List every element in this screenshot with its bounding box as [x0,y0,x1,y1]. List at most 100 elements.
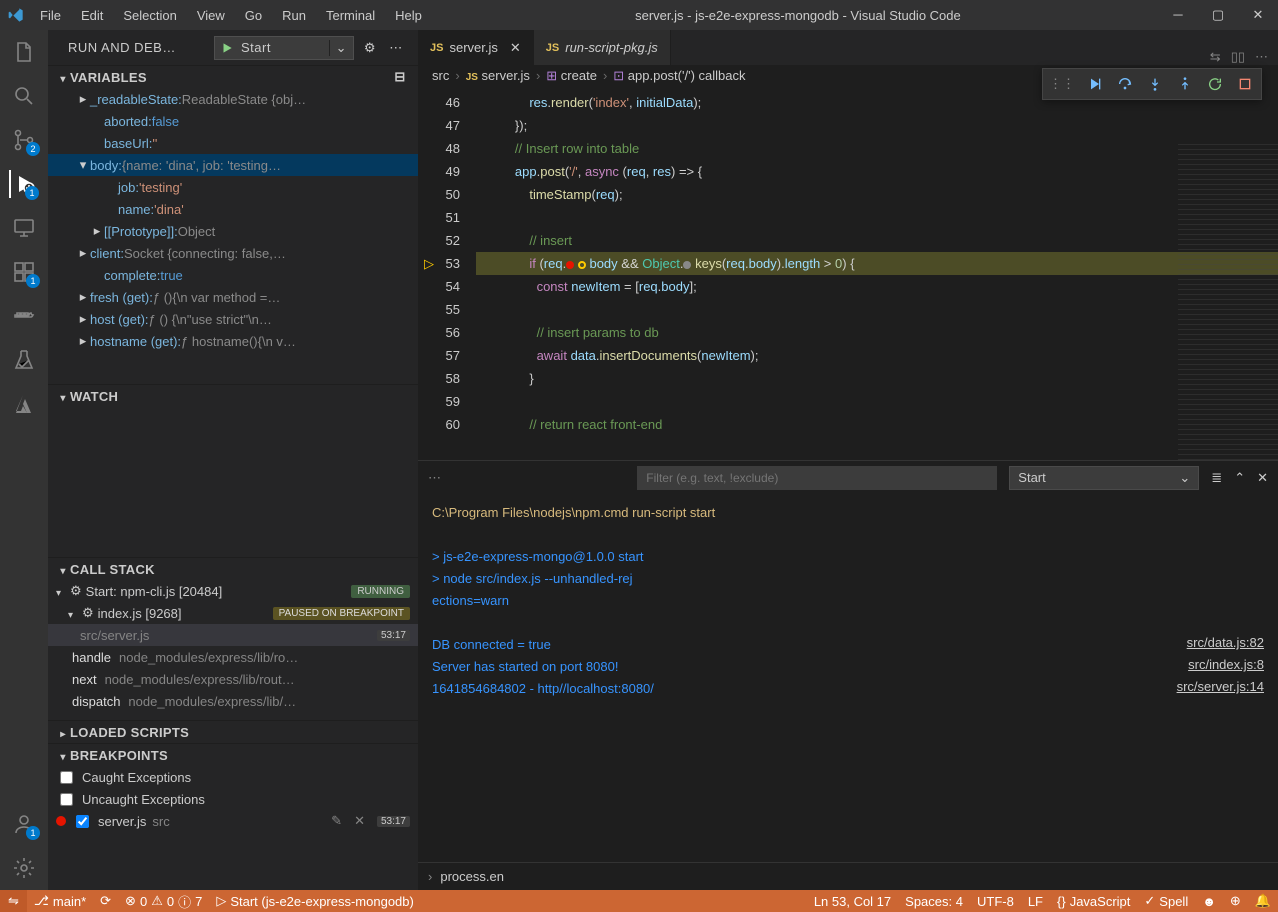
chevron-down-icon[interactable]: ⌄ [329,40,353,56]
remote-explorer-icon[interactable] [10,214,38,242]
bp-file-checkbox[interactable] [76,815,89,828]
menu-selection[interactable]: Selection [115,4,184,27]
more-icon[interactable]: ⋯ [1255,49,1268,65]
minimize-button[interactable]: ─ [1166,7,1190,23]
run-debug-icon[interactable]: 1 [9,170,37,198]
remote-indicator[interactable]: ⇋ [0,890,27,912]
minimap[interactable] [1178,144,1278,460]
continue-button[interactable] [1081,71,1109,97]
debug-target[interactable]: ▷Start (js-e2e-express-mongodb) [209,890,421,912]
source-link[interactable]: src/index.js:8 [1188,657,1264,672]
breadcrumb-item[interactable]: ⊞ create [546,68,597,84]
code-content[interactable]: res.render('index', initialData); }); //… [476,87,1278,460]
notifications-icon[interactable]: 🔔 [1248,890,1278,912]
branch-indicator[interactable]: ⎇main* [27,890,93,912]
clear-console-icon[interactable]: ≣ [1211,470,1222,486]
variable-row[interactable]: ▸ host (get): ƒ () {\n"use strict"\n… [48,308,418,330]
caught-checkbox[interactable] [60,771,73,784]
cursor-position[interactable]: Ln 53, Col 17 [807,890,898,912]
console-output[interactable]: C:\Program Files\nodejs\npm.cmd run-scri… [418,494,1278,862]
gear-icon[interactable]: ⚙ [360,40,380,56]
breadcrumb-item[interactable]: JS server.js [466,68,530,83]
editor[interactable]: 46474849505152▷5354555657585960 res.rend… [418,87,1278,460]
copilot-icon[interactable]: ⊕ [1223,890,1248,912]
stack-frame[interactable]: src/server.js53:17 [48,624,418,646]
launch-config-select[interactable]: Start ⌄ [214,36,354,60]
drag-handle-icon[interactable]: ⋮⋮ [1045,76,1079,92]
menu-view[interactable]: View [189,4,233,27]
explorer-icon[interactable] [10,38,38,66]
stack-frame[interactable]: nextnode_modules/express/lib/rout… [48,668,418,690]
language-mode[interactable]: {}JavaScript [1050,890,1137,912]
gutter[interactable]: 46474849505152▷5354555657585960 [418,87,476,460]
watch-header[interactable]: WATCH [48,385,418,407]
loaded-scripts-header[interactable]: LOADED SCRIPTS [48,721,418,743]
source-control-icon[interactable]: 2 [10,126,38,154]
callstack-body[interactable]: ⚙ Start: npm-cli.js [20484] RUNNING ⚙ in… [48,580,418,720]
variable-row[interactable]: ▸ _readableState: ReadableState {obj… [48,88,418,110]
breakpoints-header[interactable]: BREAKPOINTS [48,744,418,766]
source-link[interactable]: src/server.js:14 [1177,679,1264,694]
breakpoint-caught[interactable]: Caught Exceptions [48,766,418,788]
feedback-icon[interactable]: ☻ [1195,890,1223,912]
step-out-button[interactable] [1171,71,1199,97]
menu-file[interactable]: File [32,4,69,27]
callstack-session[interactable]: ⚙ Start: npm-cli.js [20484] RUNNING [48,580,418,602]
variable-row[interactable]: ▸ hostname (get): ƒ hostname(){\n v… [48,330,418,352]
encoding[interactable]: UTF-8 [970,890,1021,912]
breadcrumb-item[interactable]: ⊡ app.post('/') callback [613,68,745,84]
debug-console-input[interactable]: › process.en [418,862,1278,890]
editor-tab[interactable]: JSserver.js✕ [418,30,534,65]
variable-row[interactable]: aborted: false [48,110,418,132]
variables-tree[interactable]: ▸ _readableState: ReadableState {obj… ab… [48,88,418,384]
search-icon[interactable] [10,82,38,110]
variable-row[interactable]: name: 'dina' [48,198,418,220]
compare-icon[interactable]: ⇆ [1210,49,1221,65]
variables-header[interactable]: VARIABLES ⊟ [48,66,418,88]
start-debug-button[interactable] [215,37,239,59]
breadcrumb-item[interactable]: src [432,68,449,83]
source-link[interactable]: src/data.js:82 [1187,635,1264,650]
variable-row[interactable]: complete: true [48,264,418,286]
variable-row[interactable]: ▾ body: {name: 'dina', job: 'testing… [48,154,418,176]
variable-row[interactable]: ▸ fresh (get): ƒ (){\n var method =… [48,286,418,308]
step-into-button[interactable] [1141,71,1169,97]
edit-icon[interactable]: ✎ [331,813,342,829]
session-select[interactable]: Start ⌄ [1009,466,1199,490]
accounts-icon[interactable]: 1 [10,810,38,838]
more-icon[interactable]: ⋯ [386,40,406,56]
variable-row[interactable]: baseUrl: '' [48,132,418,154]
menu-help[interactable]: Help [387,4,430,27]
close-panel-icon[interactable]: ✕ [1257,470,1268,486]
breakpoint-file[interactable]: server.js src ✎ ✕ 53:17 [48,810,418,832]
callstack-thread[interactable]: ⚙ index.js [9268] PAUSED ON BREAKPOINT [48,602,418,624]
maximize-button[interactable]: ▢ [1206,7,1230,23]
close-icon[interactable]: ✕ [354,813,365,829]
stack-frame[interactable]: handlenode_modules/express/lib/ro… [48,646,418,668]
stop-button[interactable] [1231,71,1259,97]
indentation[interactable]: Spaces: 4 [898,890,970,912]
restart-button[interactable] [1201,71,1229,97]
menu-run[interactable]: Run [274,4,314,27]
editor-tab[interactable]: JSrun-script-pkg.js [534,30,671,65]
spell-check[interactable]: ✓Spell [1137,890,1195,912]
close-tab-icon[interactable]: ✕ [510,40,521,56]
docker-icon[interactable] [10,302,38,330]
uncaught-checkbox[interactable] [60,793,73,806]
menu-edit[interactable]: Edit [73,4,111,27]
menu-go[interactable]: Go [237,4,270,27]
menu-terminal[interactable]: Terminal [318,4,383,27]
variable-row[interactable]: ▸ [[Prototype]]: Object [48,220,418,242]
breakpoint-uncaught[interactable]: Uncaught Exceptions [48,788,418,810]
stack-frame[interactable]: dispatchnode_modules/express/lib/… [48,690,418,712]
collapse-all-icon[interactable]: ⊟ [390,69,410,85]
collapse-panel-icon[interactable]: ⌃ [1234,470,1245,486]
watch-body[interactable] [48,407,418,557]
settings-gear-icon[interactable] [10,854,38,882]
sync-indicator[interactable]: ⟳ [93,890,118,912]
variable-row[interactable]: ▸ client: Socket {connecting: false,… [48,242,418,264]
extensions-icon[interactable]: 1 [10,258,38,286]
testing-icon[interactable] [10,346,38,374]
step-over-button[interactable] [1111,71,1139,97]
azure-icon[interactable] [10,390,38,418]
